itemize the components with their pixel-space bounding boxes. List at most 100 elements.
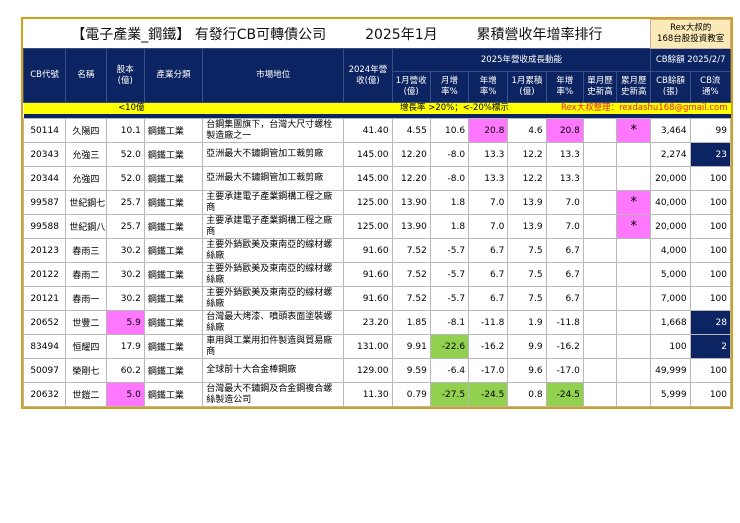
cell-cum-yoy: 6.7	[545, 238, 584, 263]
cell-rev2024: 41.40	[343, 118, 393, 143]
title-row: 【電子產業_鋼鐵】 有發行CB可轉債公司 2025年1月 累積營收年增率排行 R…	[24, 19, 731, 49]
cell-industry: 鋼鐵工業	[143, 358, 204, 383]
cell-market: 亞洲最大不鏽鋼管加工裁剪廠	[202, 166, 345, 191]
cell-cb: 5,000	[650, 262, 691, 287]
cell-cb: 20,000	[650, 166, 691, 191]
cell-cum-yoy: -17.0	[545, 358, 584, 383]
legend-band: <10億 增長率 >20%；<-20%標示 Rex大叔整理：rexdashu16…	[23, 102, 731, 114]
title-period: 2025年1月	[365, 26, 438, 43]
cell-rev2024: 91.60	[343, 238, 393, 263]
cell-yoy: -11.8	[468, 310, 509, 335]
cell-industry: 鋼鐵工業	[143, 238, 204, 263]
cell-cum: 7.5	[507, 286, 547, 311]
title-subject: 有發行CB可轉債公司	[194, 26, 327, 43]
cell-jan: 12.20	[391, 142, 431, 167]
cell-code: 20122	[22, 262, 67, 287]
cell-yoy: 7.0	[468, 190, 509, 215]
header-mom: 月增率%	[429, 71, 470, 103]
cell-name: 世豐二	[65, 310, 107, 335]
cell-name: 春雨二	[65, 262, 107, 287]
cell-name: 世紀鋼七	[65, 190, 107, 215]
cell-cb: 3,464	[650, 118, 691, 143]
cell-market: 台灣最大不鏽鋼及合金鋼複合螺絲製造公司	[202, 382, 345, 407]
cell-cum-yoy: -11.8	[545, 310, 584, 335]
table-row: 99587 世紀鋼七 25.7 鋼鐵工業 主要承建電子產業鋼構工程之廠商 125.00 13…	[22, 190, 732, 215]
cell-cb: 1,668	[650, 310, 691, 335]
cell-mom: 1.8	[429, 214, 470, 239]
cell-float: 100	[689, 262, 732, 287]
cell-cum: 7.5	[507, 262, 547, 287]
cell-cum: 12.2	[507, 166, 547, 191]
cell-cum: 12.2	[507, 142, 547, 167]
cell-capital: 17.9	[105, 334, 145, 359]
cell-industry: 鋼鐵工業	[143, 214, 204, 239]
cell-market: 主要外銷歐美及東南亞的線材螺絲廠	[202, 262, 345, 287]
cell-industry: 鋼鐵工業	[143, 118, 204, 143]
cell-yoy: -16.2	[468, 334, 509, 359]
table-row: 20123 春雨三 30.2 鋼鐵工業 主要外銷歐美及東南亞的線材螺絲廠 91.60 7.5…	[22, 238, 732, 263]
cell-rev2024: 145.00	[343, 142, 393, 167]
table-row: 50114 久陽四 10.1 鋼鐵工業 台鋼集團旗下，台灣大尺寸螺栓製造廠之一 41.40…	[22, 118, 732, 143]
cell-float: 100	[689, 358, 732, 383]
cell-float: 28	[689, 310, 732, 335]
cell-cum-yoy: 13.3	[545, 142, 584, 167]
header-industry: 產業分類	[143, 48, 204, 103]
cell-cb: 49,999	[650, 358, 691, 383]
cell-jan: 7.52	[391, 262, 431, 287]
cell-capital: 5.0	[105, 382, 145, 407]
cell-jan: 13.90	[391, 214, 431, 239]
cell-rev2024: 91.60	[343, 262, 393, 287]
cell-chigh	[616, 166, 652, 191]
cell-cb: 100	[650, 334, 691, 359]
cell-rev2024: 11.30	[343, 382, 393, 407]
cell-market: 亞洲最大不鏽鋼管加工裁剪廠	[202, 142, 345, 167]
cell-mhigh	[582, 310, 618, 335]
cell-cb: 5,999	[650, 382, 691, 407]
cell-mom: -5.7	[429, 262, 470, 287]
table-row: 20121 春雨一 30.2 鋼鐵工業 主要外銷歐美及東南亞的線材螺絲廠 91.60 7.5…	[22, 286, 732, 311]
cell-chigh	[616, 262, 652, 287]
cell-yoy: -24.5	[468, 382, 509, 407]
cell-rev2024: 91.60	[343, 286, 393, 311]
title-ranking: 累積營收年增率排行	[476, 26, 603, 43]
header-jan-cum: 1月累積(億)	[507, 71, 547, 103]
cell-float: 100	[689, 190, 732, 215]
cell-mhigh	[582, 286, 618, 311]
cell-chigh	[616, 286, 652, 311]
header-cb-float: CB流通%	[689, 71, 732, 103]
cell-mom: -8.0	[429, 166, 470, 191]
header-yoy: 年增率%	[468, 71, 509, 103]
cell-industry: 鋼鐵工業	[143, 286, 204, 311]
cell-mom: -5.7	[429, 238, 470, 263]
cell-cum: 9.9	[507, 334, 547, 359]
header-cum-high: 累月歷史新高	[616, 71, 652, 103]
cell-cum: 7.5	[507, 238, 547, 263]
header-cb-group: CB餘額 2025/2/7	[650, 48, 731, 72]
cell-yoy: 20.8	[468, 118, 509, 143]
cell-code: 50097	[22, 358, 67, 383]
cell-cum-yoy: 20.8	[545, 118, 584, 143]
cell-mhigh	[582, 214, 618, 239]
cell-yoy: -17.0	[468, 358, 509, 383]
cell-chigh: *	[616, 214, 652, 239]
cell-name: 春雨一	[65, 286, 107, 311]
cb-ranking-table: 【電子產業_鋼鐵】 有發行CB可轉債公司 2025年1月 累積營收年增率排行 R…	[22, 19, 732, 407]
cell-mhigh	[582, 238, 618, 263]
header-month-high: 單月歷史新高	[582, 71, 618, 103]
cell-industry: 鋼鐵工業	[143, 382, 204, 407]
cell-float: 100	[689, 238, 732, 263]
cell-cum: 13.9	[507, 214, 547, 239]
table-row: 20652 世豐二 5.9 鋼鐵工業 台灣最大烤漆、噴頭表面塗裝螺絲廠 23.20 1.85…	[22, 310, 732, 335]
cell-capital: 10.1	[105, 118, 145, 143]
cell-name: 世鎧二	[65, 382, 107, 407]
cell-float: 23	[689, 142, 732, 167]
cell-rev2024: 145.00	[343, 166, 393, 191]
cell-jan: 9.59	[391, 358, 431, 383]
cell-capital: 25.7	[105, 190, 145, 215]
ranking-sheet: 【電子產業_鋼鐵】 有發行CB可轉債公司 2025年1月 累積營收年增率排行 R…	[21, 17, 733, 409]
small-cap-note: <10億	[106, 102, 203, 114]
cell-code: 20652	[22, 310, 67, 335]
cell-cum-yoy: 6.7	[545, 262, 584, 287]
cell-industry: 鋼鐵工業	[143, 142, 204, 167]
cell-capital: 60.2	[105, 358, 145, 383]
